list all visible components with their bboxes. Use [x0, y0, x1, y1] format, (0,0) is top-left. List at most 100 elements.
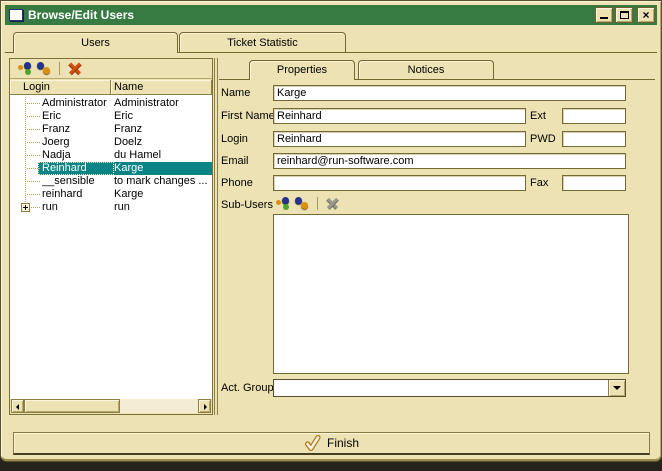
tree-connector: [27, 129, 40, 130]
tree-connector: [27, 103, 40, 104]
ball: [18, 65, 23, 70]
user-login-cell: Administrator: [42, 97, 112, 110]
table-row[interactable]: run run: [10, 201, 212, 214]
browse-edit-users-window: Browse/Edit Users × Users Ticket Statist…: [0, 0, 662, 462]
user-name-cell: run: [114, 201, 212, 214]
scroll-left-button[interactable]: [11, 399, 24, 413]
phone-label: Phone: [221, 177, 253, 189]
check-icon: [304, 435, 321, 452]
column-header-name[interactable]: Name: [111, 80, 212, 95]
table-row[interactable]: Nadja du Hamel: [10, 149, 212, 162]
add-sub-user-icon[interactable]: [275, 196, 291, 211]
sub-users-label: Sub-Users: [221, 199, 273, 211]
user-login-cell: __sensible: [42, 175, 112, 188]
dropdown-button[interactable]: [608, 380, 625, 396]
delete-sub-user-icon-disabled: [325, 196, 341, 211]
email-field[interactable]: [273, 153, 626, 169]
user-name-cell: Karge: [114, 162, 212, 175]
maximize-button[interactable]: [615, 7, 633, 23]
act-group-input[interactable]: [274, 380, 608, 396]
fax-field[interactable]: [562, 175, 626, 191]
user-name-cell: du Hamel: [114, 149, 212, 162]
sub-users-listbox[interactable]: [273, 214, 629, 374]
tab-properties[interactable]: Properties: [249, 60, 355, 80]
user-name-cell: to mark changes ...: [114, 175, 212, 188]
tab-users[interactable]: Users: [13, 32, 178, 53]
window-controls: ×: [595, 7, 655, 23]
column-header-login[interactable]: Login: [10, 80, 111, 95]
window-title: Browse/Edit Users: [28, 8, 595, 22]
link-user-icon[interactable]: [36, 61, 52, 76]
user-login-cell: Franz: [42, 123, 112, 136]
tree-connector: [27, 194, 40, 195]
phone-field[interactable]: [273, 175, 526, 191]
user-name-cell: Doelz: [114, 136, 212, 149]
scrollbar-thumb[interactable]: [24, 399, 120, 413]
link-sub-user-icon[interactable]: [294, 196, 310, 211]
table-row[interactable]: Joerg Doelz: [10, 136, 212, 149]
user-tree[interactable]: Administrator Administrator Eric Eric Fr…: [10, 95, 212, 399]
list-header: Login Name: [10, 80, 212, 95]
user-name-cell: Karge: [114, 188, 212, 201]
ext-label: Ext: [530, 110, 546, 122]
close-button[interactable]: ×: [637, 7, 655, 23]
tree-connector: [27, 155, 40, 156]
table-row[interactable]: Eric Eric: [10, 110, 212, 123]
tree-connector: [27, 116, 40, 117]
first-name-label: First Name: [221, 110, 275, 122]
tree-connector: [27, 181, 40, 182]
chevron-down-icon: [613, 386, 621, 390]
toolbar-separator: [59, 62, 60, 75]
finish-button[interactable]: Finish: [13, 432, 650, 455]
user-login-cell: reinhard: [42, 188, 112, 201]
first-name-field[interactable]: [273, 108, 526, 124]
user-name-cell: Administrator: [114, 97, 212, 110]
name-label: Name: [221, 87, 250, 99]
email-label: Email: [221, 155, 249, 167]
user-name-cell: Franz: [114, 123, 212, 136]
user-login-cell: Nadja: [42, 149, 112, 162]
table-row[interactable]: Administrator Administrator: [10, 97, 212, 110]
tab-ticket-statistic[interactable]: Ticket Statistic: [179, 32, 346, 52]
tree-connector: [31, 207, 40, 208]
ext-field[interactable]: [562, 108, 626, 124]
finish-label: Finish: [327, 436, 359, 450]
table-row[interactable]: reinhard Karge: [10, 188, 212, 201]
act-group-combobox[interactable]: [273, 379, 626, 397]
delete-user-icon[interactable]: [67, 61, 83, 76]
toolbar-separator: [317, 197, 318, 210]
table-row[interactable]: __sensible to mark changes ...: [10, 175, 212, 188]
user-login-cell: Reinhard: [42, 162, 112, 175]
scroll-right-button[interactable]: [198, 399, 211, 413]
table-row-selected[interactable]: Reinhard Karge: [10, 162, 212, 175]
user-login-cell: Joerg: [42, 136, 112, 149]
tab-notices[interactable]: Notices: [358, 60, 494, 79]
user-login-cell: Eric: [42, 110, 112, 123]
fax-label: Fax: [530, 177, 548, 189]
minimize-button[interactable]: [595, 7, 613, 23]
act-group-label: Act. Group: [221, 382, 274, 394]
pwd-field[interactable]: [562, 131, 626, 147]
panel-splitter[interactable]: [214, 58, 218, 415]
title-bar[interactable]: Browse/Edit Users ×: [5, 5, 657, 25]
close-icon: ×: [638, 8, 654, 22]
user-list-panel: Login Name Administrator Administrator E…: [9, 58, 213, 415]
name-field[interactable]: [273, 85, 626, 101]
tree-connector: [27, 168, 40, 169]
user-login-cell: run: [42, 201, 112, 214]
login-label: Login: [221, 133, 248, 145]
login-field[interactable]: [273, 131, 526, 147]
maximize-icon: [620, 11, 629, 19]
expander-plus-icon[interactable]: [21, 203, 30, 212]
table-row[interactable]: Franz Franz: [10, 123, 212, 136]
add-user-icon[interactable]: [17, 61, 33, 76]
pwd-label: PWD: [530, 133, 556, 145]
user-name-cell: Eric: [114, 110, 212, 123]
tree-connector: [27, 142, 40, 143]
properties-panel: Properties Notices Name First Name Ext L…: [219, 58, 655, 416]
window-icon: [9, 9, 23, 21]
sub-users-toolbar: [275, 196, 341, 211]
user-list-toolbar: [10, 59, 212, 79]
ball: [276, 200, 281, 205]
horizontal-scrollbar[interactable]: [11, 399, 211, 413]
